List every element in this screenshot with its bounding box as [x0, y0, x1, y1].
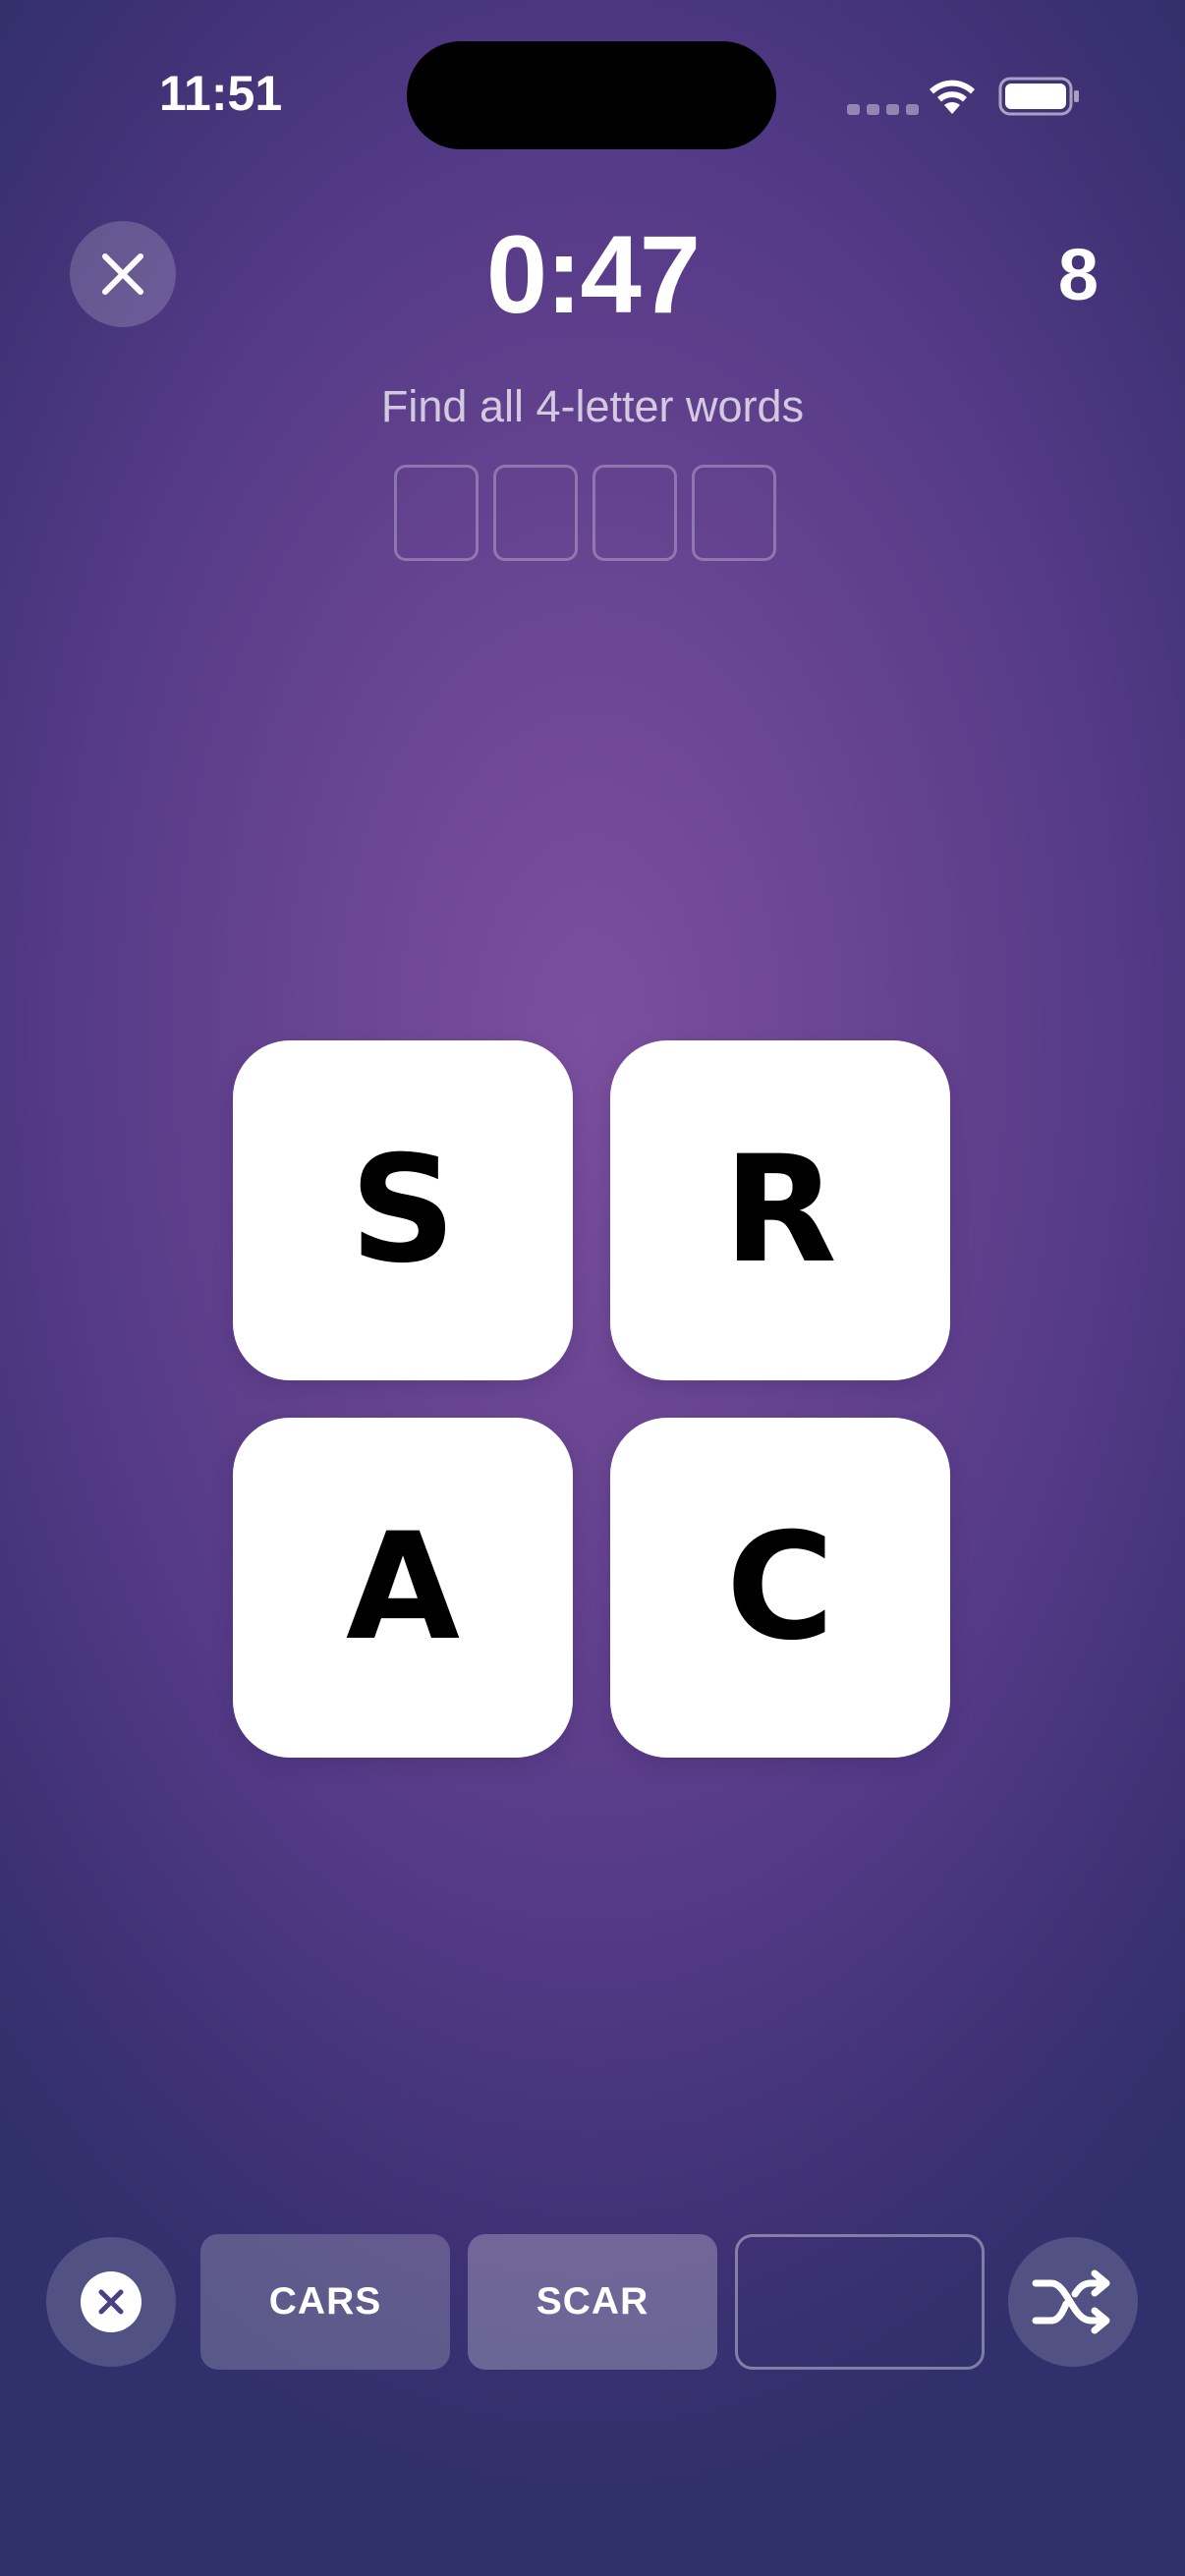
answer-slot	[493, 465, 578, 561]
found-word-card[interactable]: SCAR	[468, 2234, 717, 2370]
score-value: 8	[1057, 234, 1099, 315]
found-word-card[interactable]: CARS	[200, 2234, 450, 2370]
shuffle-button[interactable]	[1008, 2237, 1138, 2367]
shuffle-icon	[1032, 2269, 1110, 2334]
letter-tile-c[interactable]: C	[610, 1418, 950, 1758]
answer-slots	[394, 465, 776, 561]
battery-icon	[998, 77, 1079, 116]
letter-tile-a[interactable]: A	[233, 1418, 573, 1758]
close-button[interactable]	[70, 221, 176, 327]
wifi-icon	[930, 80, 975, 114]
answer-slot	[692, 465, 776, 561]
answer-slot	[394, 465, 479, 561]
close-icon	[102, 253, 143, 295]
letter-tile-r[interactable]: R	[610, 1040, 950, 1380]
clear-button[interactable]	[46, 2237, 176, 2367]
clear-circle-x-icon	[81, 2271, 141, 2332]
dynamic-island	[407, 41, 776, 149]
answer-slot	[592, 465, 677, 561]
status-time: 11:51	[159, 66, 283, 121]
empty-word-slot	[735, 2234, 985, 2370]
background-glow	[0, 1888, 1185, 2576]
signal-dots-icon	[847, 104, 919, 115]
instruction-text: Find all 4-letter words	[380, 381, 805, 431]
letter-tile-s[interactable]: S	[233, 1040, 573, 1380]
countdown-timer: 0:47	[485, 213, 701, 336]
